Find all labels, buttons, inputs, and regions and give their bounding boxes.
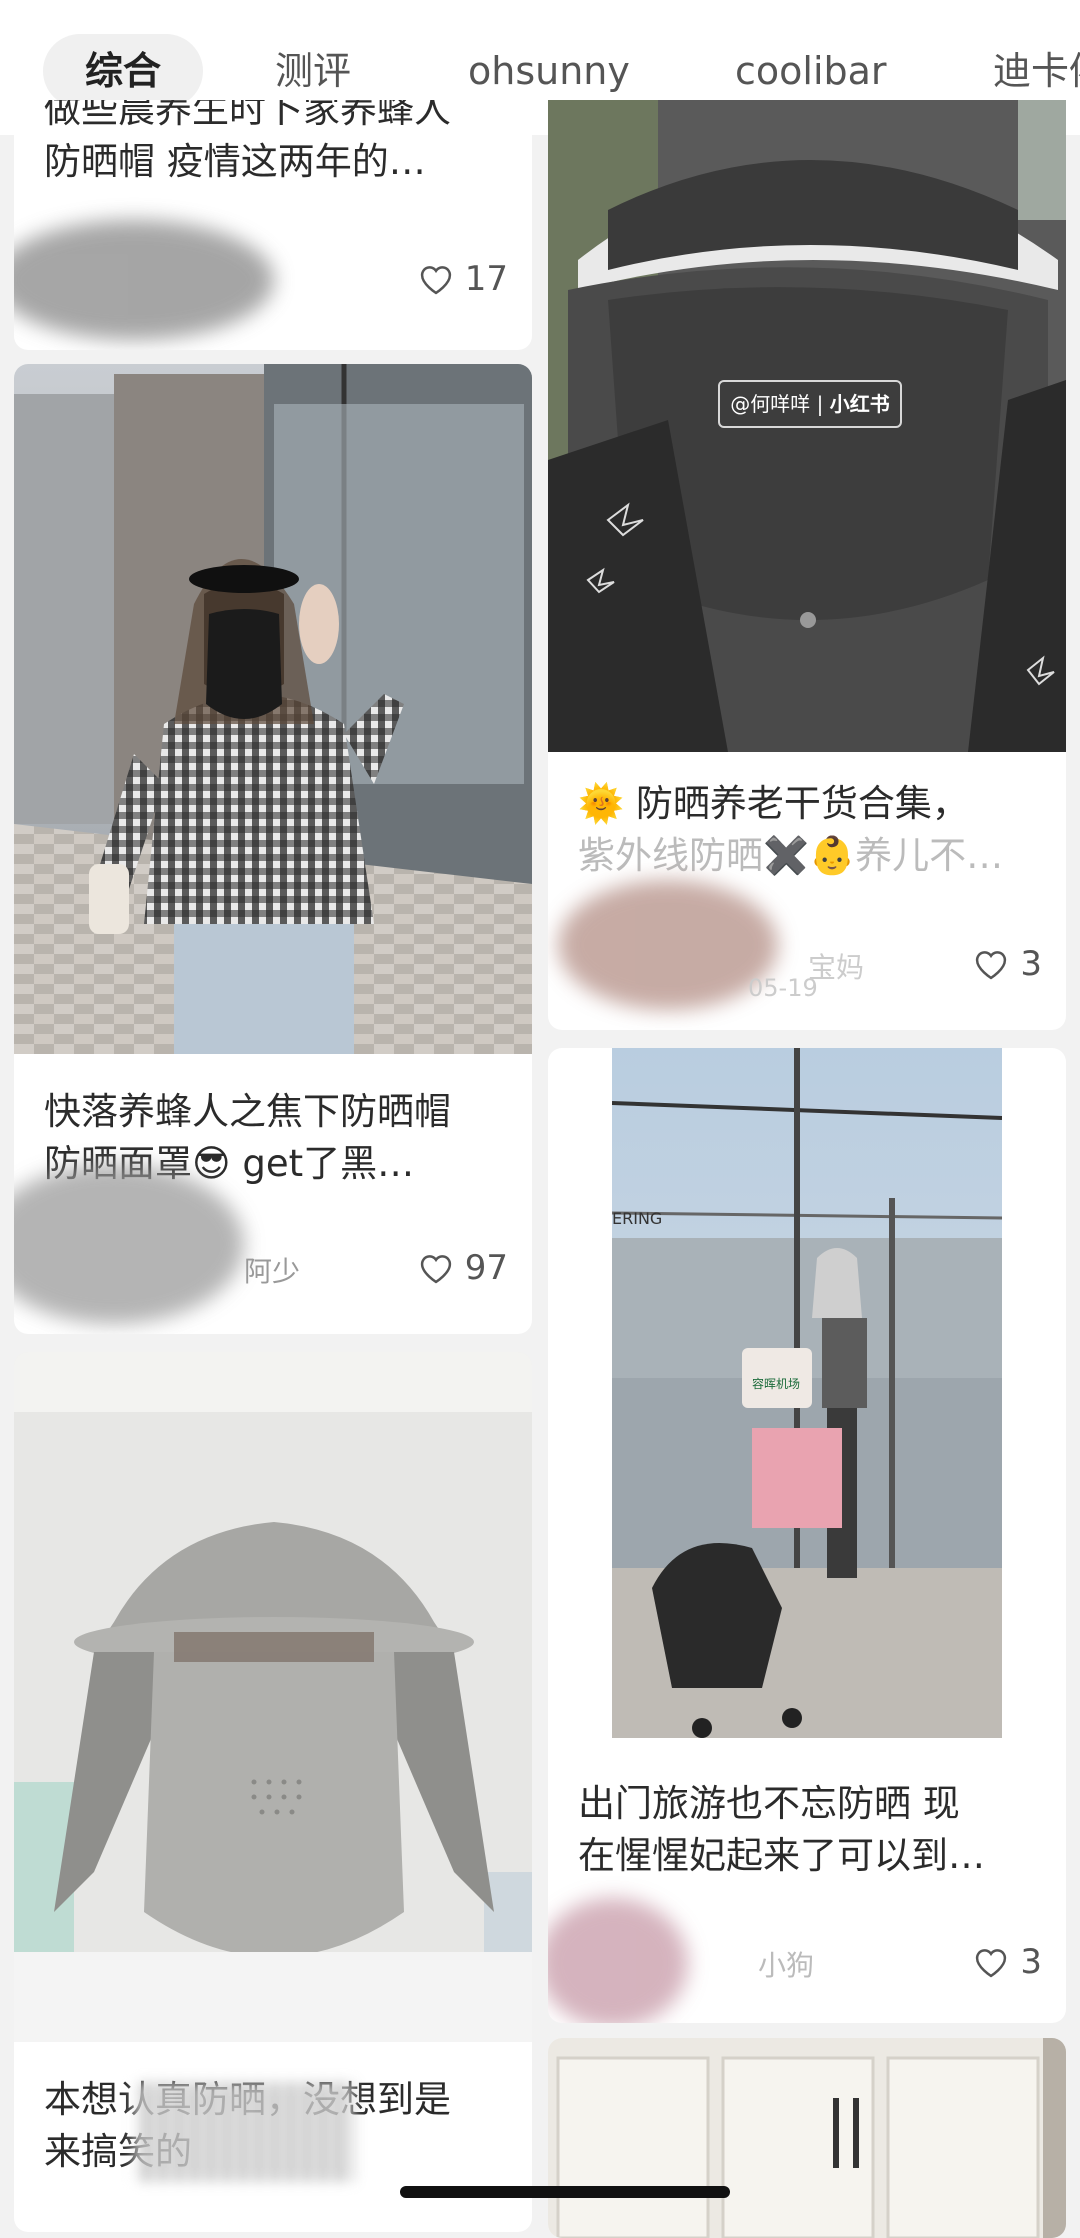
tab-decathlon[interactable]: 迪卡侬 [993,34,1080,108]
feed-card-3[interactable]: 本想认真防晒，没想到是 来搞笑的 [14,1352,532,2232]
feed-card-6[interactable] [548,2038,1066,2238]
cover-photo [548,2038,1066,2238]
cover-photo: ERING 容晖机场 [612,1048,1002,1738]
like-count: 3 [1020,1942,1042,1982]
like-button[interactable]: 17 [417,259,508,299]
privacy-blur [134,2082,354,2182]
watermark-badge: @何咩咩 | 小红书 [718,380,902,428]
author-name[interactable]: 阿少 [244,1250,300,1290]
like-button[interactable]: 3 [972,944,1042,984]
heart-icon [420,266,451,295]
like-button[interactable]: 3 [972,1942,1042,1982]
like-button[interactable]: 97 [417,1248,508,1288]
airport-sign: ERING [612,1209,662,1228]
trolley-sign: 容晖机场 [752,1376,800,1391]
author-name[interactable]: 小狗 [758,1944,814,1984]
heart-icon [976,951,1007,980]
privacy-blur [558,880,778,1010]
tab-ohsunny[interactable]: ohsunny [468,34,630,108]
card-title: 做些晨养生时卜家养蜂人 防晒帽 疫情这两年的… [44,100,451,183]
heart-icon [976,1949,1007,1978]
tab-coolibar[interactable]: coolibar [735,34,887,108]
tab-ceping[interactable]: 测评 [275,34,351,108]
feed-card-5[interactable]: ERING 容晖机场 出门旅游也不忘防晒 现 在惺惺妃起来了可以到… 小狗 3 [548,1048,1066,2023]
card-title: 🌞 防晒养老干货合集， 紫外线防晒✖️👶养儿不… [578,782,1004,877]
card-meta: 17 [44,255,508,305]
tab-zonghe[interactable]: 综合 [43,34,204,108]
post-date: 05-19 [748,974,818,1002]
like-count: 17 [464,259,508,299]
cover-photo [14,1352,532,2042]
feed-card-1[interactable]: 做些晨养生时卜家养蜂人 防晒帽 疫情这两年的… 17 [14,100,532,350]
feed-card-4[interactable]: @何咩咩 | 小红书 🌞 防晒养老干货合集， 紫外线防晒✖️👶养儿不… 宝妈 0… [548,100,1066,1030]
heart-icon [420,1255,451,1284]
card-meta: 宝妈 05-19 3 [558,880,1042,1010]
cover-photo [14,364,532,1054]
like-count: 3 [1020,944,1042,984]
feed-card-2[interactable]: 快落养蜂人之焦下防晒帽 防晒面罩😎 get了黑… 阿少 97 [14,364,532,1334]
card-meta: 阿少 97 [14,1164,508,1324]
privacy-blur [548,1898,688,2023]
card-meta: 小狗 3 [548,1898,1042,2023]
home-indicator[interactable] [400,2186,730,2198]
like-count: 97 [464,1248,508,1288]
card-title: 出门旅游也不忘防晒 现 在惺惺妃起来了可以到… [578,1782,985,1877]
